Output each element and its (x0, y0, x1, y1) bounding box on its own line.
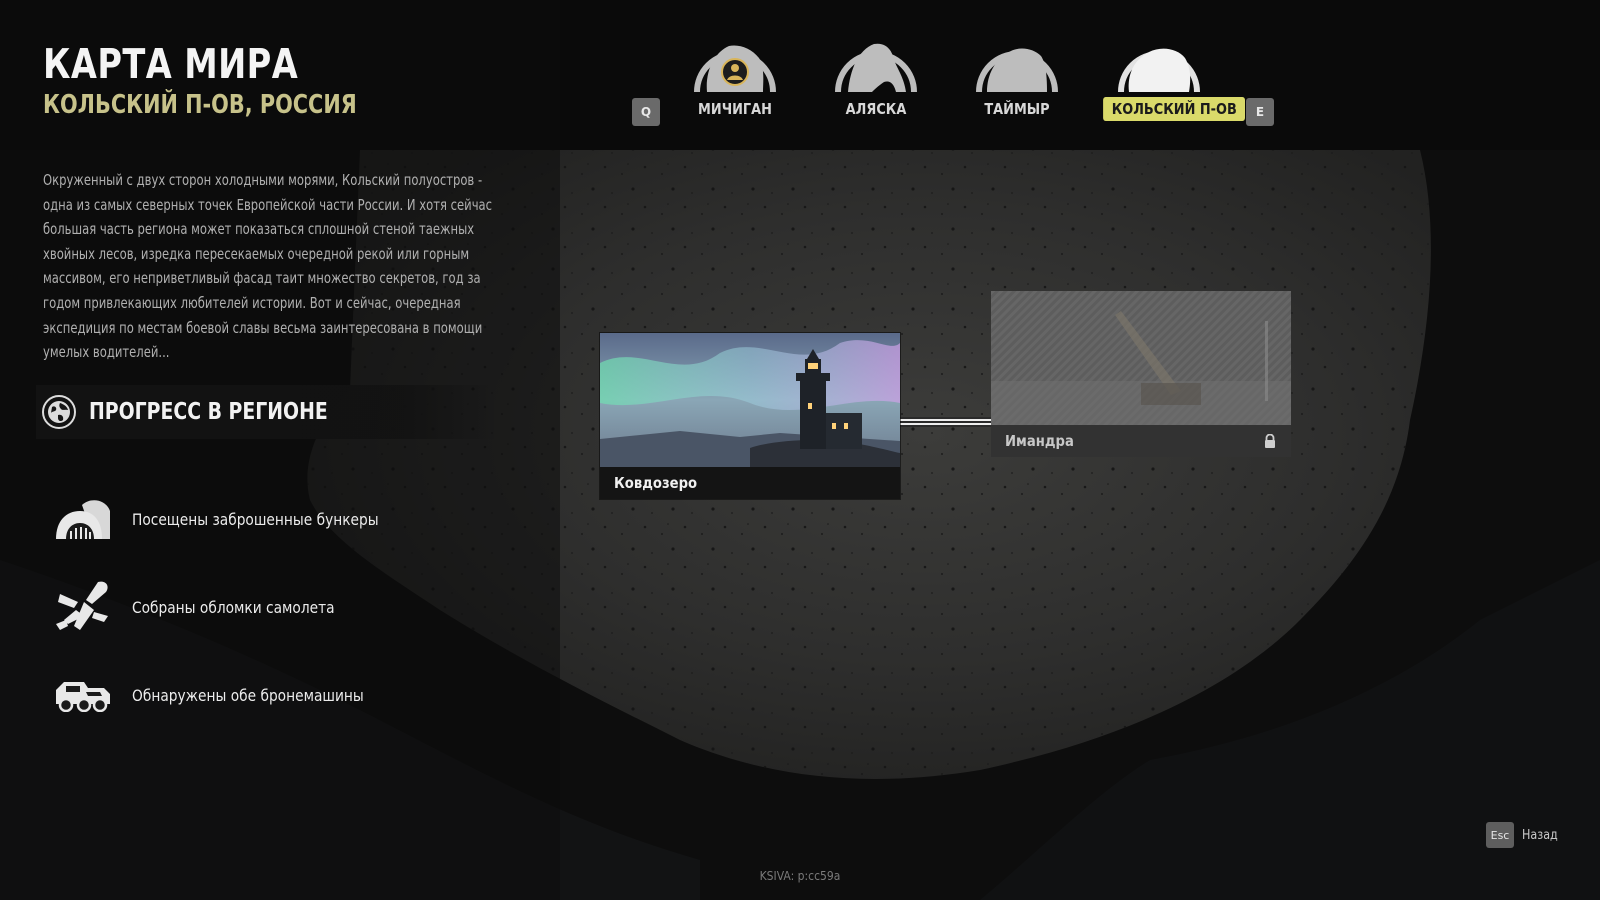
bunker-icon (54, 493, 112, 545)
progress-label: Обнаружены обе бронемашины (132, 685, 364, 705)
lock-icon (1265, 434, 1275, 448)
tab-alaska[interactable]: АЛЯСКА (811, 30, 941, 130)
location-caption: Имандра (991, 425, 1291, 457)
tab-michigan[interactable]: МИЧИГАН (670, 30, 800, 130)
next-region-key[interactable]: E (1246, 98, 1274, 126)
tab-label: ТАЙМЫР (984, 100, 1050, 118)
location-name: Ковдозеро (614, 474, 698, 492)
progress-item-bunkers: Посещены заброшенные бункеры (54, 475, 419, 563)
progress-label: Посещены заброшенные бункеры (132, 509, 379, 529)
esc-key[interactable]: Esc (1486, 822, 1514, 848)
page-title: КАРТА МИРА (43, 40, 299, 88)
location-connector (900, 417, 991, 427)
tab-label: МИЧИГАН (698, 100, 772, 118)
location-caption: Ковдозеро (600, 467, 900, 499)
kovdozero-preview-image (600, 333, 900, 467)
progress-item-armored-vehicles: Обнаружены обе бронемашины (54, 651, 419, 739)
back-label: Назад (1522, 827, 1558, 843)
tab-taymyr[interactable]: ТАЙМЫР (952, 30, 1082, 130)
region-nav: Q МИЧИГАН АЛЯСКА ТАЙМЫР КОЛЬСКИЙ П-ОВ E (632, 30, 1274, 130)
taymyr-region-icon (975, 30, 1059, 92)
progress-label: Собраны обломки самолета (132, 597, 335, 617)
region-description: Окруженный с двух сторон холодными морям… (43, 171, 493, 362)
plane-wreck-icon (54, 581, 112, 633)
prev-region-key[interactable]: Q (632, 98, 660, 126)
progress-title: ПРОГРЕСС В РЕГИОНЕ (89, 399, 328, 425)
tab-kola-peninsula[interactable]: КОЛЬСКИЙ П-ОВ (1094, 30, 1246, 130)
armored-vehicle-icon (54, 669, 112, 721)
tab-label: КОЛЬСКИЙ П-ОВ (1103, 97, 1246, 121)
globe-icon (42, 395, 76, 429)
tab-label: АЛЯСКА (845, 100, 907, 118)
alaska-region-icon (834, 30, 918, 92)
location-card-imandra[interactable]: Имандра (991, 291, 1291, 457)
location-name: Имандра (1005, 432, 1074, 450)
imandra-preview-image (991, 291, 1291, 425)
progress-list: Посещены заброшенные бункеры Собраны обл… (54, 475, 419, 739)
michigan-region-icon (693, 30, 777, 92)
build-info: KSIVA: p:cc59a (759, 869, 841, 883)
title-block: КАРТА МИРА КОЛЬСКИЙ П-ОВ, РОССИЯ (43, 40, 435, 120)
kola-region-icon (1117, 30, 1201, 92)
back-hint[interactable]: Esc Назад (1486, 822, 1564, 848)
region-subtitle: КОЛЬСКИЙ П-ОВ, РОССИЯ (43, 90, 357, 120)
progress-header: ПРОГРЕСС В РЕГИОНЕ (36, 385, 496, 439)
progress-item-plane-wreck: Собраны обломки самолета (54, 563, 419, 651)
location-card-kovdozero[interactable]: Ковдозеро (600, 333, 900, 499)
